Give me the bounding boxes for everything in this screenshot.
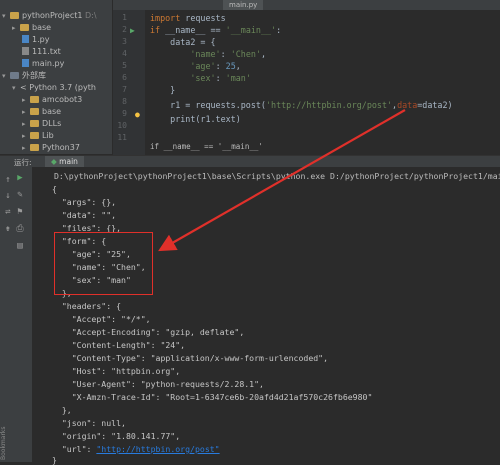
bookmarks-side-tab[interactable]: Bookmarks [0,420,10,460]
annotation-arrow [158,109,406,252]
arrow-line [158,109,406,252]
